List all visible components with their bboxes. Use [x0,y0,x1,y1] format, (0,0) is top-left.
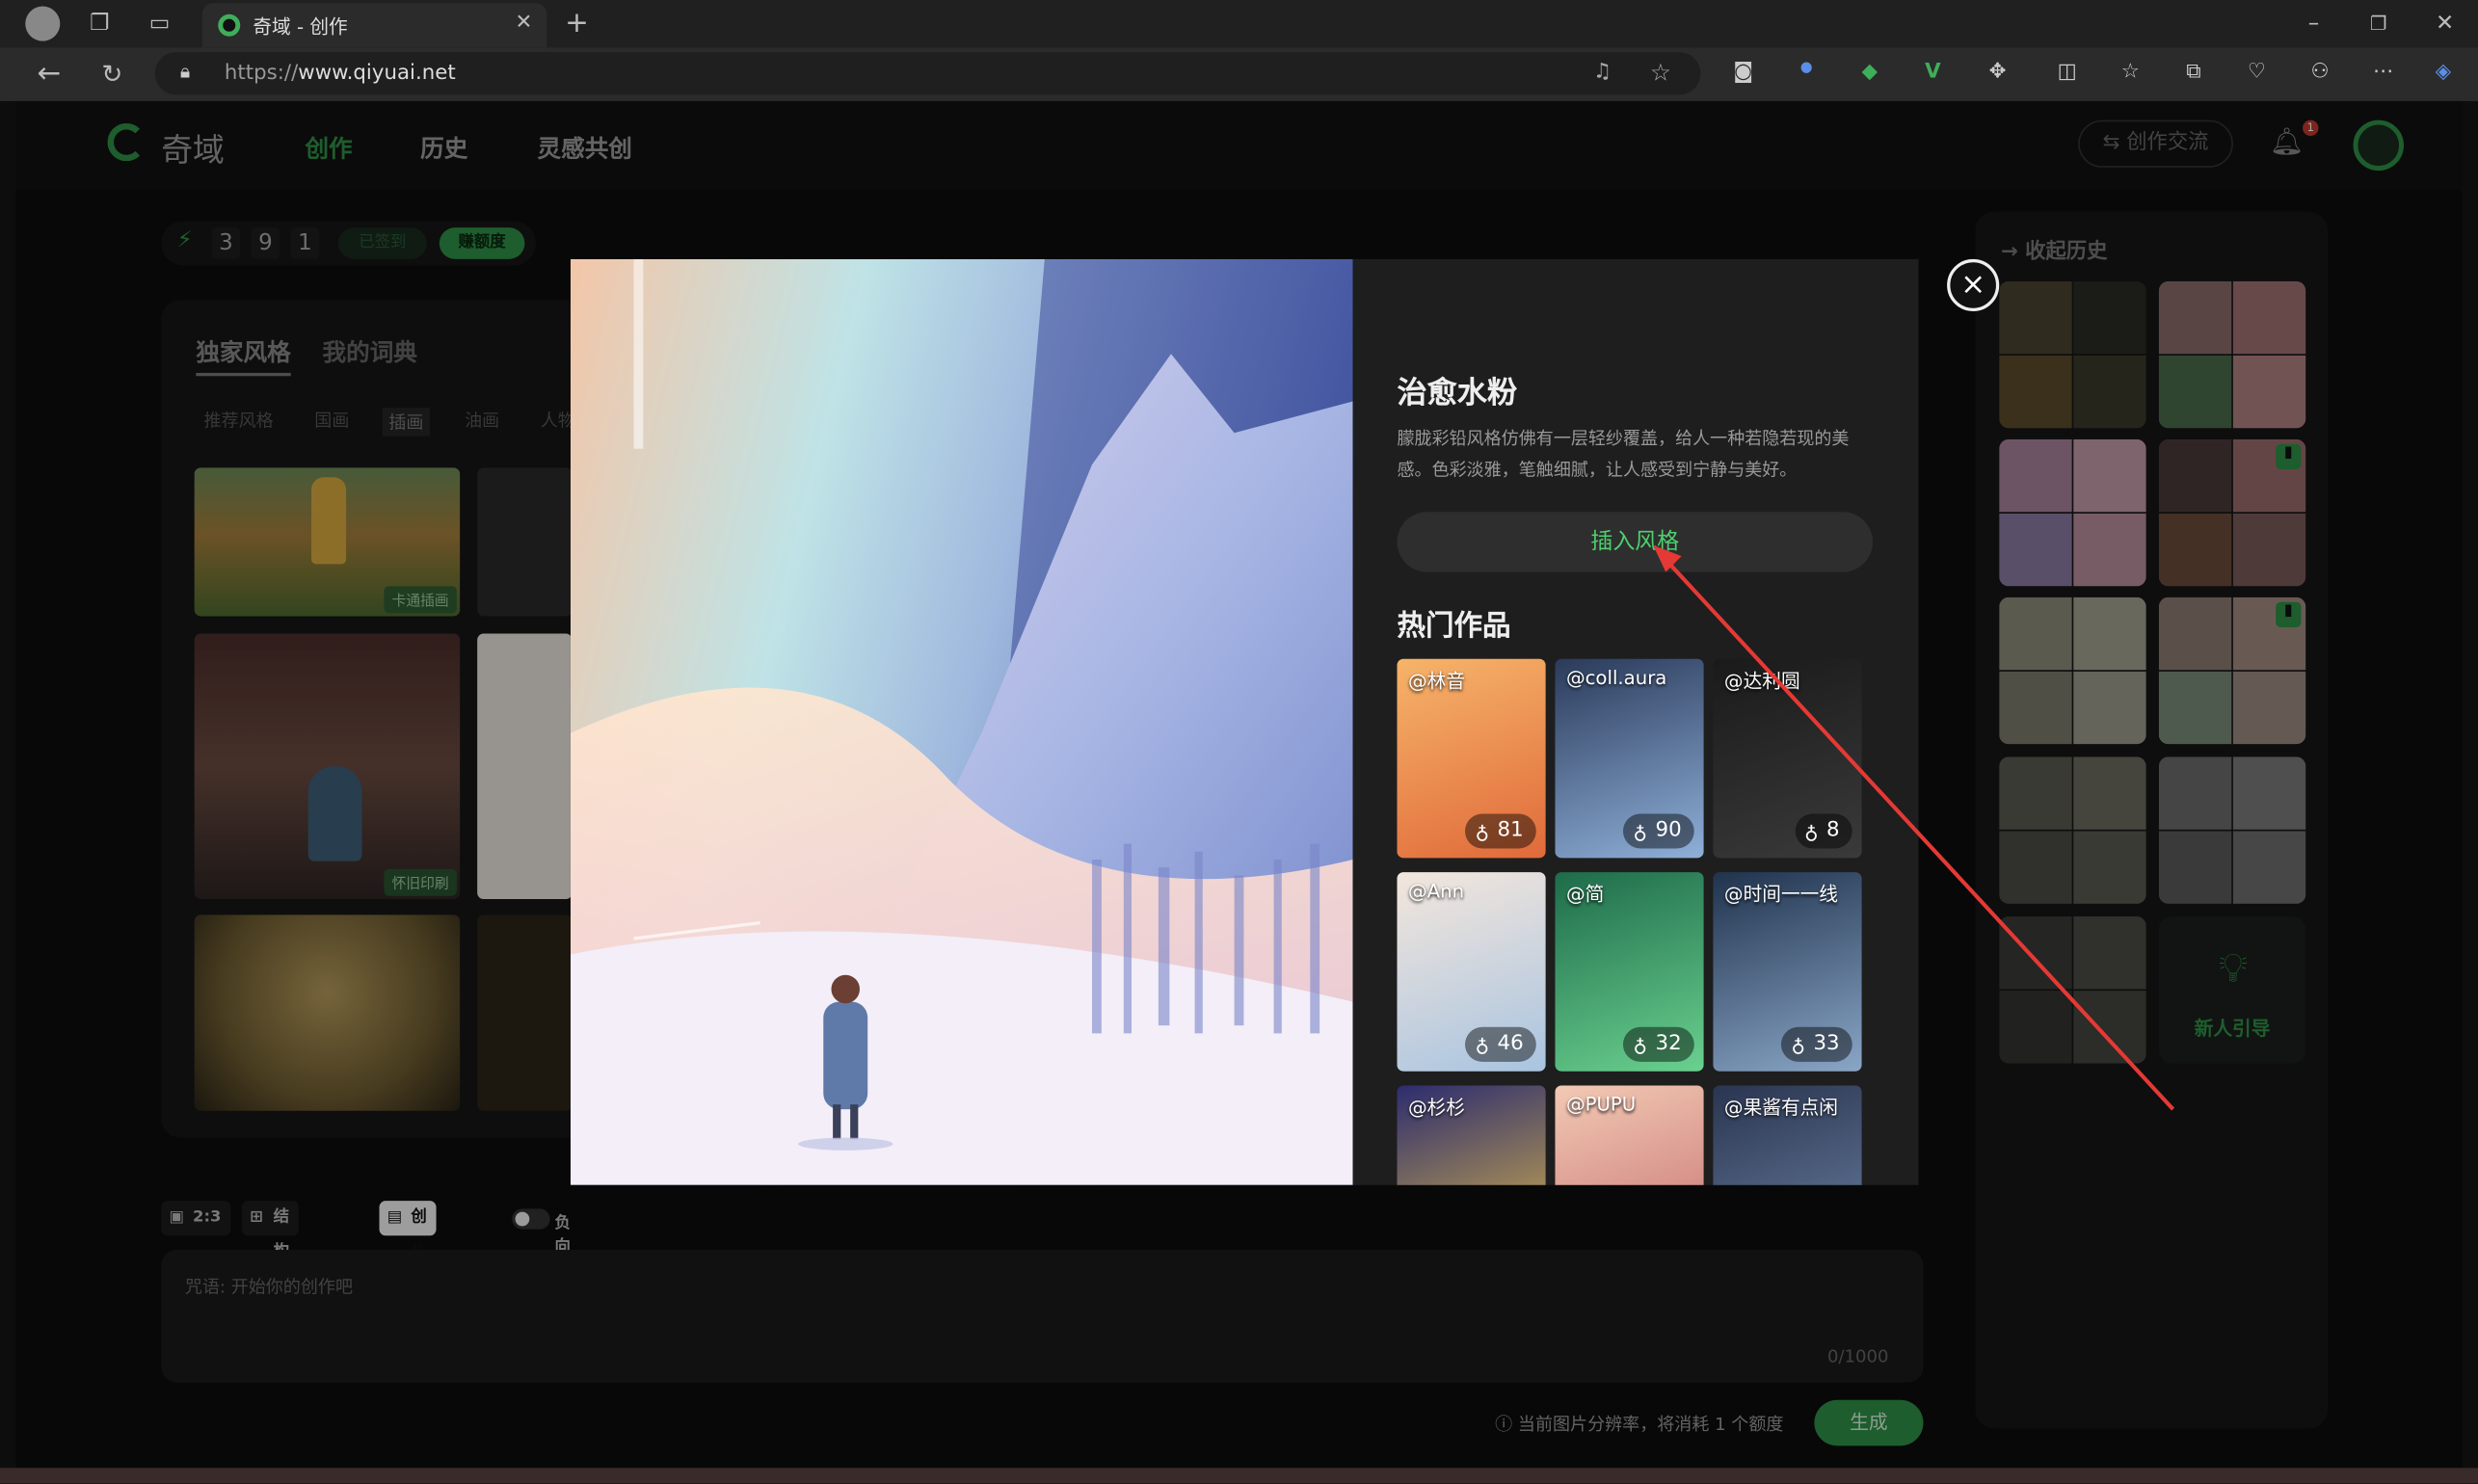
annotation-arrow [1653,544,2175,1111]
taskbar-edge [0,1468,2478,1484]
